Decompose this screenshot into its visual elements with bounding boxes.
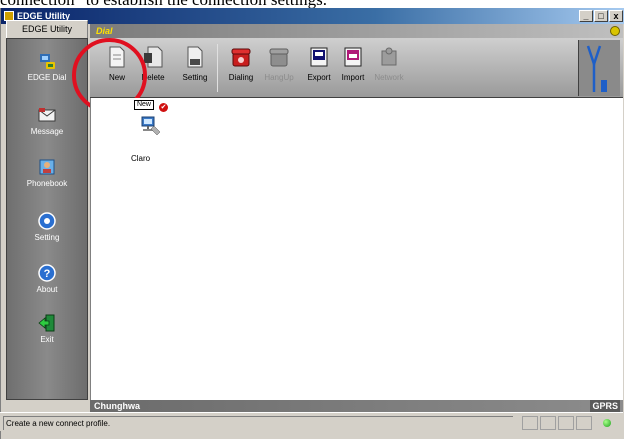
setting-button-label: Setting xyxy=(182,73,208,82)
dialer-phone-icon xyxy=(40,54,55,69)
export-button[interactable]: Export xyxy=(302,43,336,93)
sidebar-item-phonebook[interactable]: Phonebook xyxy=(7,157,87,188)
sidebar-item-label: Phonebook xyxy=(26,179,68,188)
profile-list-pane: New ✔ Claro xyxy=(90,98,623,402)
content-header-title: Dial xyxy=(96,26,113,36)
setting-button[interactable]: Setting xyxy=(178,43,212,93)
dialing-button[interactable]: Dialing xyxy=(224,43,258,93)
content-header: Dial xyxy=(90,24,623,38)
export-button-label: Export xyxy=(307,73,331,82)
close-button[interactable]: x xyxy=(609,10,623,22)
delete-document-icon xyxy=(144,46,163,68)
sidebar: EDGE Dial Message Phonebook Setting ? Ab… xyxy=(6,38,88,400)
sidebar-item-exit[interactable]: Exit xyxy=(7,313,87,344)
sidebar-item-message[interactable]: Message xyxy=(7,105,87,136)
maximize-button[interactable]: □ xyxy=(594,10,608,22)
sidebar-item-label: About xyxy=(36,285,58,294)
profile-name: Claro xyxy=(131,154,151,163)
minimize-button[interactable]: _ xyxy=(579,10,593,22)
sidebar-item-label: Message xyxy=(30,127,64,136)
status-cell xyxy=(558,416,574,430)
sidebar-item-edge-dial[interactable]: EDGE Dial xyxy=(7,51,87,82)
about-question-icon: ? xyxy=(38,264,56,282)
status-cell xyxy=(576,416,592,430)
connection-led-icon xyxy=(603,419,611,427)
sidebar-tab[interactable]: EDGE Utility xyxy=(6,20,88,38)
phonebook-contact-icon xyxy=(39,159,55,175)
operator-name: Chunghwa xyxy=(94,401,140,411)
toolbar-separator xyxy=(217,44,218,92)
setting-document-icon xyxy=(187,46,203,68)
header-status-icon xyxy=(610,26,620,36)
sidebar-item-label: Setting xyxy=(34,233,60,242)
window-controls: _ □ x xyxy=(579,10,623,22)
network-button[interactable]: Network xyxy=(372,43,406,93)
svg-text:?: ? xyxy=(44,268,51,280)
delete-button[interactable]: Delete xyxy=(136,43,170,93)
delete-button-label: Delete xyxy=(141,73,165,82)
new-button[interactable]: New xyxy=(100,43,134,93)
active-check-icon: ✔ xyxy=(159,103,168,112)
toolbar: New Delete Setting Dialing HangUp Export… xyxy=(90,38,623,98)
signal-panel xyxy=(578,40,620,96)
sidebar-item-label: Exit xyxy=(40,335,54,344)
new-button-label: New xyxy=(108,73,125,82)
profile-connection-icon xyxy=(141,116,161,136)
network-button-label: Network xyxy=(374,73,404,82)
import-button-label: Import xyxy=(341,73,365,82)
import-button[interactable]: Import xyxy=(336,43,370,93)
sidebar-item-setting[interactable]: Setting xyxy=(7,211,87,242)
sidebar-item-label: EDGE Dial xyxy=(27,73,67,82)
network-type-badge: GPRS xyxy=(590,400,620,412)
export-card-icon xyxy=(310,47,328,67)
import-card-icon xyxy=(344,47,362,67)
sidebar-item-about[interactable]: ? About xyxy=(7,263,87,294)
new-document-icon xyxy=(109,46,125,68)
exit-door-icon xyxy=(38,314,55,332)
dialing-phone-icon xyxy=(231,48,251,67)
title-bar: EDGE Utility _ □ x xyxy=(1,8,624,24)
status-bar: Create a new connect profile. xyxy=(0,412,623,431)
setting-gear-icon xyxy=(38,212,56,230)
new-profile-tag: New xyxy=(134,100,154,110)
status-message: Create a new connect profile. xyxy=(3,416,513,430)
hangup-button[interactable]: HangUp xyxy=(262,43,296,93)
operator-bar: Chunghwa GPRS xyxy=(90,400,623,412)
status-cell xyxy=(540,416,556,430)
network-puzzle-icon xyxy=(381,47,397,66)
signal-antenna-icon xyxy=(586,45,607,92)
dialing-button-label: Dialing xyxy=(228,73,254,82)
message-envelope-icon xyxy=(38,108,56,122)
status-cell xyxy=(522,416,538,430)
hangup-phone-icon xyxy=(269,48,289,67)
hangup-button-label: HangUp xyxy=(264,73,294,82)
